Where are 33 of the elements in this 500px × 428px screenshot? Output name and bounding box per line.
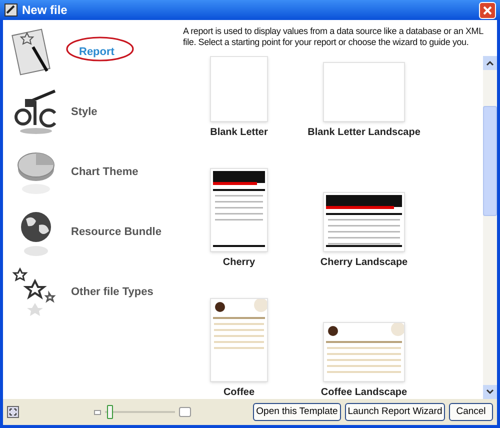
zoom-slider[interactable]	[105, 405, 175, 419]
close-icon	[483, 6, 492, 14]
template-tile[interactable]: Blank Letter Landscape	[299, 56, 429, 142]
sidebar-item[interactable]: Chart Theme	[11, 142, 183, 202]
highlight-ellipse	[65, 36, 135, 62]
sidebar-item[interactable]: Resource Bundle	[11, 202, 183, 262]
sidebar-item[interactable]: Style	[11, 82, 183, 142]
dialog-button[interactable]: Launch Report Wizard	[345, 403, 445, 421]
template-tile[interactable]: Coffee Landscape	[299, 272, 429, 399]
sidebar-item[interactable]: Report	[11, 22, 183, 82]
dialog-button[interactable]: Open this Template	[253, 403, 341, 421]
description-text: A report is used to display values from a data source like a database or an XML file. Select a starting point for your report or choose the wizard to guide you.	[183, 26, 484, 48]
template-tile[interactable]: Coffee	[189, 272, 289, 399]
template-label: Blank Letter	[210, 126, 268, 140]
scroll-up-icon[interactable]	[486, 60, 494, 66]
slider-thumb[interactable]	[106, 405, 112, 419]
sidebar-item[interactable]: Other file Types	[11, 262, 183, 322]
template-label: Coffee Landscape	[320, 386, 408, 399]
window-title: New file	[22, 2, 68, 19]
small-size-icon	[94, 410, 101, 414]
template-label: Blank Letter Landscape	[308, 126, 420, 140]
large-size-icon	[179, 407, 191, 417]
template-tile[interactable]: Cherry	[189, 142, 289, 272]
close-button[interactable]	[479, 2, 496, 18]
template-tile[interactable]: Cherry Landscape	[299, 142, 429, 272]
template-label: Cherry	[222, 256, 256, 270]
template-label: Cherry Landscape	[320, 256, 408, 270]
app-icon	[4, 3, 18, 17]
dialog-button[interactable]: Cancel	[449, 403, 493, 421]
scroll-down-icon[interactable]	[486, 389, 494, 395]
fit-icon[interactable]	[7, 406, 19, 418]
template-label: Coffee	[223, 386, 255, 399]
template-tile[interactable]: Blank Letter	[189, 56, 289, 142]
